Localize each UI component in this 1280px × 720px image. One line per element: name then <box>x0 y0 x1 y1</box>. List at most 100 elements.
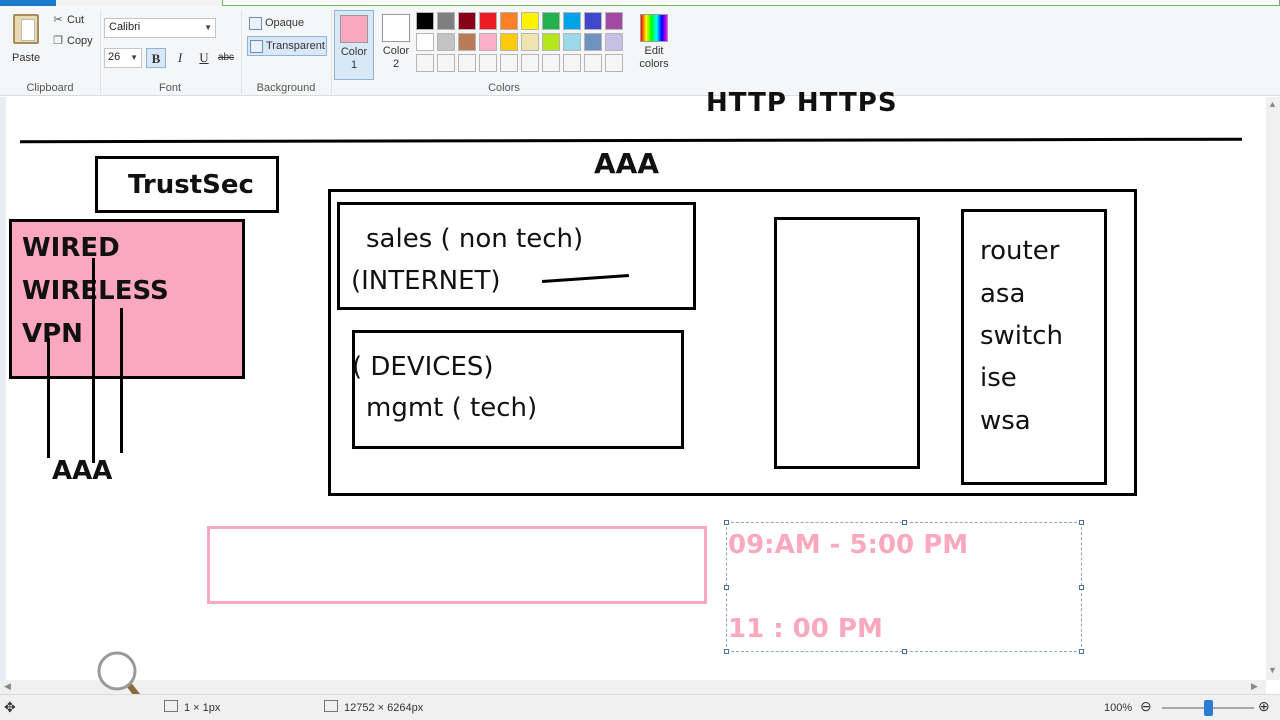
transparent-option[interactable]: Transparent <box>247 36 327 56</box>
internet-text: (INTERNET) <box>351 266 501 296</box>
vpn-text: VPN <box>22 319 83 349</box>
resize-handle[interactable] <box>902 520 907 525</box>
aaa-label: AAA <box>52 456 113 486</box>
zoom-level: 100% <box>1104 702 1133 714</box>
trustsec-text: TrustSec <box>128 170 254 200</box>
wired-text: WIRED <box>22 233 120 263</box>
palette-color-swatch[interactable] <box>458 54 476 72</box>
palette-color-swatch[interactable] <box>416 33 434 51</box>
palette-color-swatch[interactable] <box>584 54 602 72</box>
wired-line <box>92 258 95 463</box>
sales-text: sales ( non tech) <box>366 224 584 254</box>
resize-handle[interactable] <box>1079 585 1084 590</box>
palette-color-swatch[interactable] <box>479 33 497 51</box>
palette-color-swatch[interactable] <box>563 12 581 30</box>
underline-button[interactable]: U <box>194 48 214 68</box>
palette-color-swatch[interactable] <box>437 12 455 30</box>
color1-number: 1 <box>350 59 358 71</box>
color2-button[interactable]: Color 2 <box>376 10 416 80</box>
palette-color-swatch[interactable] <box>437 54 455 72</box>
palette-color-swatch[interactable] <box>437 33 455 51</box>
palette-color-swatch[interactable] <box>542 54 560 72</box>
clipboard-icon <box>13 14 39 44</box>
transparent-icon <box>250 40 263 53</box>
copy-icon: ❐ <box>53 35 63 47</box>
paste-label: Paste <box>12 52 41 64</box>
edit-colors-label: Edit <box>644 45 664 57</box>
canvas-edge <box>0 97 6 680</box>
resize-handle[interactable] <box>1079 520 1084 525</box>
image-size-icon <box>324 700 338 712</box>
color1-button[interactable]: Color 1 <box>334 10 374 80</box>
palette-color-swatch[interactable] <box>458 12 476 30</box>
resize-handle[interactable] <box>902 649 907 654</box>
palette-color-swatch[interactable] <box>605 12 623 30</box>
bold-button[interactable]: B <box>146 48 166 68</box>
resize-handle[interactable] <box>724 520 729 525</box>
pink-outline-box <box>207 526 707 604</box>
font-size-select[interactable]: 26 ▼ <box>104 48 142 68</box>
chevron-down-icon: ▼ <box>130 53 138 62</box>
ise-text: ise <box>980 363 1017 393</box>
zoom-in-icon[interactable]: ⊕ <box>1258 698 1270 715</box>
separator <box>100 10 101 94</box>
palette-color-swatch[interactable] <box>500 12 518 30</box>
copy-button[interactable]: Copy <box>67 35 93 47</box>
mgmt-text: mgmt ( tech) <box>366 393 538 423</box>
palette-color-swatch[interactable] <box>521 54 539 72</box>
font-family-select[interactable]: Calibri ▼ <box>104 18 216 38</box>
color2-number: 2 <box>392 58 400 70</box>
resize-handle[interactable] <box>724 585 729 590</box>
palette-color-swatch[interactable] <box>500 54 518 72</box>
palette-color-swatch[interactable] <box>563 54 581 72</box>
pen-size-icon <box>164 700 178 712</box>
aaa-heading: AAA <box>594 147 660 180</box>
scroll-up-icon[interactable]: ▲ <box>1268 99 1277 109</box>
palette-color-swatch[interactable] <box>521 12 539 30</box>
zoom-slider-thumb[interactable] <box>1204 700 1213 716</box>
font-family-value: Calibri <box>109 21 141 33</box>
color1-label: Color <box>340 46 368 58</box>
font-size-value: 26 <box>108 51 121 63</box>
palette-color-swatch[interactable] <box>521 33 539 51</box>
opaque-label: Opaque <box>265 17 305 29</box>
italic-button[interactable]: I <box>170 48 190 68</box>
pen-size-text: 1 × 1px <box>184 702 221 714</box>
ribbon: Paste ✂ Cut ❐ Copy Clipboard Calibri ▼ 2… <box>0 6 1280 96</box>
palette-color-swatch[interactable] <box>500 33 518 51</box>
resize-handle[interactable] <box>724 649 729 654</box>
edit-colors-button[interactable]: Edit colors <box>636 10 672 80</box>
vertical-scrollbar[interactable]: ▲ ▼ <box>1266 97 1280 680</box>
font-group-label: Font <box>158 82 181 94</box>
palette-color-swatch[interactable] <box>458 33 476 51</box>
opaque-option[interactable]: Opaque <box>247 14 306 34</box>
horizontal-scrollbar[interactable]: ◀ ▶ <box>0 680 1266 694</box>
palette-color-swatch[interactable] <box>542 33 560 51</box>
scroll-right-icon[interactable]: ▶ <box>1251 681 1258 692</box>
palette-color-swatch[interactable] <box>563 33 581 51</box>
strikethrough-button[interactable]: abc <box>216 48 236 68</box>
scroll-down-icon[interactable]: ▼ <box>1268 665 1277 675</box>
opaque-icon <box>249 17 262 30</box>
resize-handle[interactable] <box>1079 649 1084 654</box>
palette-color-swatch[interactable] <box>416 54 434 72</box>
separator <box>331 10 332 94</box>
palette-color-swatch[interactable] <box>542 12 560 30</box>
palette-color-swatch[interactable] <box>584 33 602 51</box>
palette-color-swatch[interactable] <box>605 54 623 72</box>
router-text: router <box>980 236 1060 266</box>
palette-color-swatch[interactable] <box>584 12 602 30</box>
palette-color-swatch[interactable] <box>416 12 434 30</box>
color1-swatch <box>340 15 368 43</box>
devices-text: ( DEVICES) <box>352 352 494 382</box>
move-cursor-icon: ✥ <box>4 699 16 715</box>
background-group-label: Background <box>256 82 316 94</box>
paste-button[interactable]: Paste <box>8 12 44 66</box>
cut-button[interactable]: Cut <box>67 14 84 26</box>
color2-swatch <box>382 14 410 42</box>
scroll-left-icon[interactable]: ◀ <box>4 681 11 692</box>
zoom-out-icon[interactable]: ⊖ <box>1140 698 1152 715</box>
palette-color-swatch[interactable] <box>479 54 497 72</box>
palette-color-swatch[interactable] <box>605 33 623 51</box>
palette-color-swatch[interactable] <box>479 12 497 30</box>
